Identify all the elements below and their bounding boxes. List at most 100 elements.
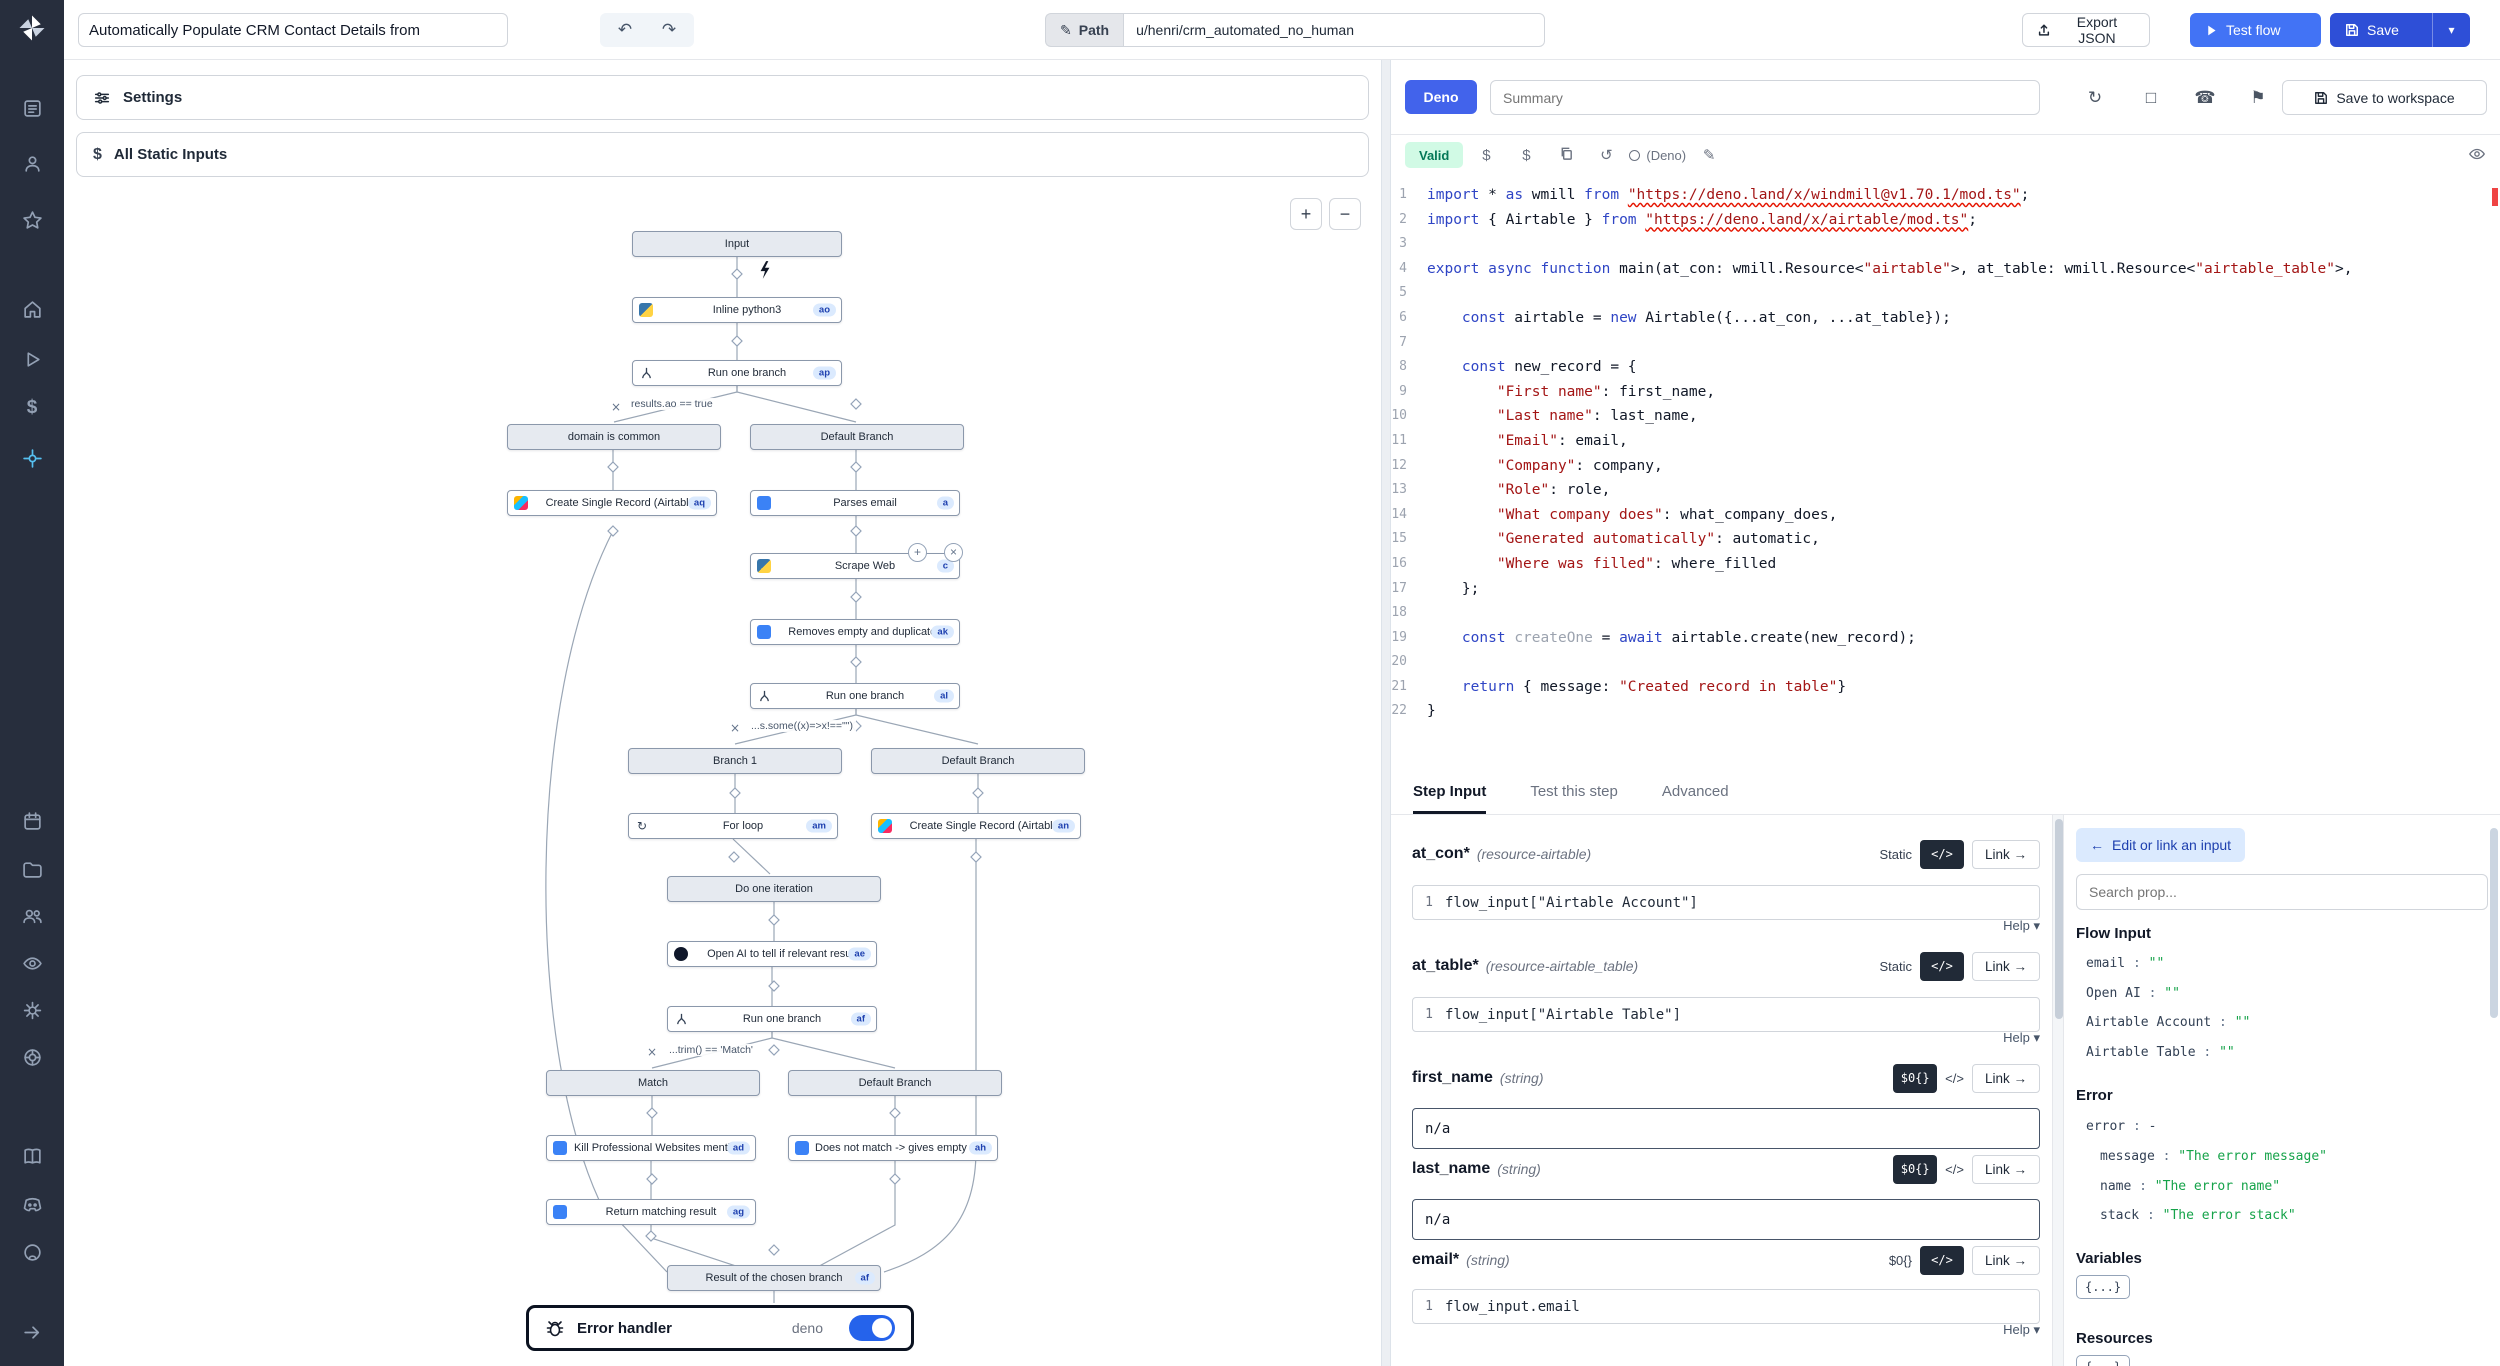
- link-button[interactable]: Link →: [1972, 840, 2040, 869]
- connector-diamond[interactable]: [851, 526, 861, 536]
- code-line[interactable]: 14 "What company does": what_company_doe…: [1391, 503, 2500, 528]
- expr-editor[interactable]: 1flow_input["Airtable Account"]: [1412, 885, 2040, 920]
- flag-icon[interactable]: ⚑: [2238, 82, 2278, 114]
- flow-node[interactable]: Scrape Webc: [750, 553, 960, 579]
- connector-diamond[interactable]: [890, 1108, 900, 1118]
- code-line[interactable]: 10 "Last name": last_name,: [1391, 404, 2500, 429]
- eye-icon[interactable]: [2468, 145, 2486, 166]
- flow-node-input[interactable]: Input: [632, 231, 842, 257]
- connector-diamond[interactable]: [769, 1045, 779, 1055]
- first-name-input[interactable]: [1412, 1108, 2040, 1149]
- code-line[interactable]: 13 "Role": role,: [1391, 478, 2500, 503]
- connector-diamond[interactable]: [732, 336, 742, 346]
- code-line[interactable]: 12 "Company": company,: [1391, 454, 2500, 479]
- redo-button[interactable]: ↷: [648, 16, 690, 44]
- link-button[interactable]: Link →: [1972, 952, 2040, 981]
- last-name-input[interactable]: [1412, 1199, 2040, 1240]
- flow-node[interactable]: Return matching resultag: [546, 1199, 756, 1225]
- prop-item[interactable]: email"": [2086, 956, 2164, 971]
- code-line[interactable]: 6 const airtable = new Airtable({...at_c…: [1391, 306, 2500, 331]
- flow-branch-node[interactable]: Do one iteration: [667, 876, 881, 902]
- connector-diamond[interactable]: [608, 462, 618, 472]
- code-line[interactable]: 5: [1391, 281, 2500, 306]
- flow-branch-node[interactable]: Default Branch: [871, 748, 1085, 774]
- flow-branch-node[interactable]: Match: [546, 1070, 760, 1096]
- connector-diamond[interactable]: [732, 269, 742, 279]
- connector-diamond[interactable]: [973, 788, 983, 798]
- static-mode-button[interactable]: Static: [1879, 847, 1912, 862]
- code-line[interactable]: 11 "Email": email,: [1391, 429, 2500, 454]
- connector-diamond[interactable]: [647, 1108, 657, 1118]
- code-line[interactable]: 7: [1391, 331, 2500, 356]
- copy-icon[interactable]: [1549, 142, 1583, 168]
- fields-scrollbar[interactable]: [2052, 815, 2064, 1366]
- groups-icon[interactable]: [0, 895, 64, 935]
- save-button[interactable]: Save: [2330, 13, 2432, 47]
- code-line[interactable]: 21 return { message: "Created record in …: [1391, 675, 2500, 700]
- test-flow-button[interactable]: Test flow: [2190, 13, 2321, 47]
- prop-item[interactable]: error-: [2086, 1119, 2156, 1134]
- format-icon[interactable]: ✎: [1692, 142, 1726, 168]
- export-json-button[interactable]: Export JSON: [2022, 13, 2150, 47]
- flow-branch-node[interactable]: domain is common: [507, 424, 721, 450]
- flow-node[interactable]: Run one branchap: [632, 360, 842, 386]
- connector-diamond[interactable]: [729, 852, 739, 862]
- variable-dollar-icon[interactable]: $: [1469, 142, 1503, 168]
- save-to-workspace-button[interactable]: Save to workspace: [2282, 80, 2487, 115]
- remove-step-button[interactable]: ×: [944, 543, 963, 562]
- code-line[interactable]: 18: [1391, 601, 2500, 626]
- hub-icon[interactable]: [0, 438, 64, 478]
- tab-step-input[interactable]: Step Input: [1413, 783, 1486, 814]
- home-icon[interactable]: [0, 289, 64, 329]
- code-assistant[interactable]: (Deno): [1629, 148, 1686, 163]
- tab-test-this-step[interactable]: Test this step: [1530, 783, 1618, 814]
- variables-badge[interactable]: {...}: [2076, 1275, 2130, 1299]
- tab-advanced[interactable]: Advanced: [1662, 783, 1729, 814]
- static-mode-button[interactable]: Static: [1879, 959, 1912, 974]
- code-line[interactable]: 9 "First name": first_name,: [1391, 380, 2500, 405]
- schedules-calendar-icon[interactable]: [0, 801, 64, 841]
- valid-badge[interactable]: Valid: [1405, 142, 1463, 168]
- code-line[interactable]: 8 const new_record = {: [1391, 355, 2500, 380]
- code-mode-button[interactable]: </>: [1920, 840, 1964, 869]
- phone-icon[interactable]: ☎: [2185, 82, 2225, 114]
- windmill-logo[interactable]: [0, 8, 64, 48]
- flow-node[interactable]: Kill Professional Websites mentionsad: [546, 1135, 756, 1161]
- flow-title-input[interactable]: [78, 13, 508, 47]
- code-line[interactable]: 15 "Generated automatically": automatic,: [1391, 527, 2500, 552]
- flow-branch-node[interactable]: Branch 1: [628, 748, 842, 774]
- flow-node[interactable]: Inline python3ao: [632, 297, 842, 323]
- connector-diamond[interactable]: [851, 657, 861, 667]
- play-icon[interactable]: [0, 339, 64, 379]
- discord-icon[interactable]: [0, 1184, 64, 1224]
- code-line[interactable]: 4export async function main(at_con: wmil…: [1391, 257, 2500, 282]
- flow-node[interactable]: Parses emaila: [750, 490, 960, 516]
- help-toggle[interactable]: Help ▾: [1840, 1030, 2040, 1046]
- link-button[interactable]: Link →: [1972, 1064, 2040, 1093]
- expand-arrow-icon[interactable]: [0, 1312, 64, 1352]
- summary-input[interactable]: [1490, 80, 2040, 115]
- code-mode-button[interactable]: </>: [1945, 1071, 1964, 1086]
- static-inputs-bar[interactable]: $ All Static Inputs: [76, 132, 1369, 177]
- edit-or-link-button[interactable]: ← Edit or link an input: [2076, 828, 2245, 862]
- flow-node[interactable]: ↻For loopam: [628, 813, 838, 839]
- static-mode-button[interactable]: $0{}: [1893, 1155, 1937, 1184]
- props-scrollbar[interactable]: [2490, 828, 2498, 1018]
- user-icon[interactable]: [0, 143, 64, 183]
- path-input[interactable]: [1123, 13, 1545, 47]
- prop-item[interactable]: name"The error name": [2100, 1179, 2280, 1194]
- help-lifebuoy-icon[interactable]: [0, 1037, 64, 1077]
- add-step-button[interactable]: +: [908, 543, 927, 562]
- code-line[interactable]: 2import { Airtable } from "https://deno.…: [1391, 208, 2500, 233]
- prop-item[interactable]: stack"The error stack": [2100, 1208, 2296, 1223]
- connector-diamond[interactable]: [769, 981, 779, 991]
- code-mode-button[interactable]: </>: [1945, 1162, 1964, 1177]
- save-dropdown-button[interactable]: ▾: [2432, 13, 2470, 47]
- prop-item[interactable]: Airtable Account"": [2086, 1015, 2250, 1030]
- zoom-in-button[interactable]: +: [1290, 198, 1322, 230]
- scrollbar-thumb[interactable]: [2055, 819, 2063, 1019]
- connector-diamond[interactable]: [851, 462, 861, 472]
- runs-list-icon[interactable]: [0, 88, 64, 128]
- prop-item[interactable]: Open AI"": [2086, 986, 2180, 1001]
- flow-branch-node[interactable]: Default Branch: [788, 1070, 1002, 1096]
